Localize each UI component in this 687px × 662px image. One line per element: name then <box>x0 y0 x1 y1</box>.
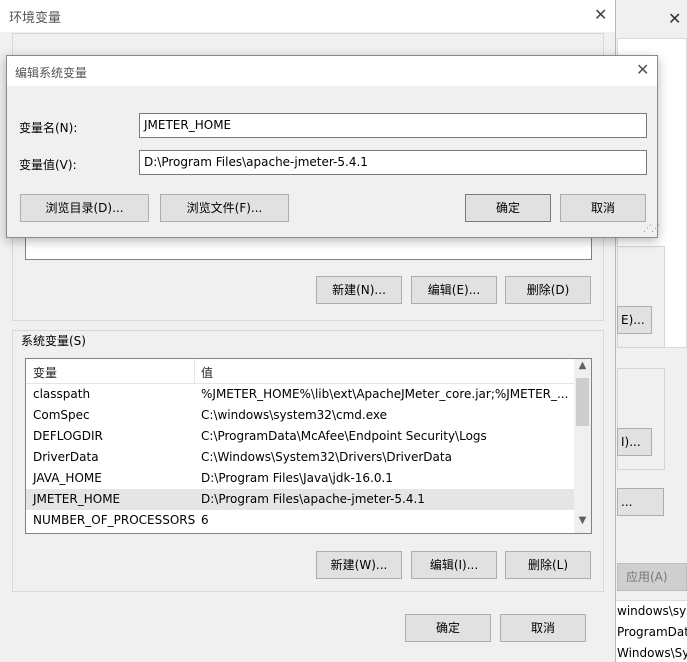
variable-name: NUMBER_OF_PROCESSORS <box>33 513 196 527</box>
close-icon[interactable]: ✕ <box>668 9 681 28</box>
column-divider[interactable] <box>194 359 195 384</box>
browse-file-button[interactable]: 浏览文件(F)... <box>160 194 289 222</box>
variable-name: classpath <box>33 387 91 401</box>
table-row[interactable]: DriverData C:\Windows\System32\Drivers\D… <box>26 447 574 468</box>
edit-system-variable-dialog: 编辑系统变量 ✕ 变量名(N): JMETER_HOME 变量值(V): D:\… <box>6 55 660 238</box>
apply-button[interactable]: 应用(A) <box>617 563 687 591</box>
scrollbar-thumb[interactable] <box>576 378 589 426</box>
table-row-selected[interactable]: JMETER_HOME D:\Program Files\apache-jmet… <box>26 489 574 510</box>
user-variables-list[interactable] <box>25 236 592 260</box>
column-header-name[interactable]: 变量 <box>33 364 57 381</box>
variable-value: C:\Windows\System32\Drivers\DriverData <box>201 450 452 464</box>
list-item: Windows\Sys <box>617 646 687 660</box>
variable-name: DEFLOGDIR <box>33 429 103 443</box>
chevron-down-icon[interactable]: ▼ <box>574 515 591 531</box>
system-variables-label: 系统变量(S) <box>19 332 88 349</box>
variable-value-field[interactable]: D:\Program Files\apache-jmeter-5.4.1 <box>139 150 647 175</box>
cancel-button[interactable]: 取消 <box>500 614 586 642</box>
variable-value-label: 变量值(V): <box>19 158 77 172</box>
ok-button[interactable]: 确定 <box>465 194 551 222</box>
ok-button[interactable]: 确定 <box>405 614 491 642</box>
table-row[interactable]: NUMBER_OF_PROCESSORS 6 <box>26 510 574 531</box>
variable-value: C:\windows\system32\cmd.exe <box>201 408 387 422</box>
browse-directory-button[interactable]: 浏览目录(D)... <box>20 194 149 222</box>
system-variables-list[interactable]: 变量 值 classpath %JMETER_HOME%\lib\ext\Apa… <box>25 358 592 534</box>
background-path-list: windows\sys ProgramDat Windows\Sys <box>615 600 687 662</box>
variable-name: JAVA_HOME <box>33 471 102 485</box>
user-edit-button[interactable]: 编辑(E)... <box>411 276 497 304</box>
close-icon[interactable]: ✕ <box>636 60 649 79</box>
variable-name: DriverData <box>33 450 99 464</box>
close-icon[interactable]: ✕ <box>594 5 607 24</box>
list-header: 变量 值 <box>26 359 574 384</box>
variable-value: C:\ProgramData\McAfee\Endpoint Security\… <box>201 429 487 443</box>
dialog-title: 环境变量 <box>9 11 62 26</box>
cancel-button[interactable]: 取消 <box>560 194 646 222</box>
table-row[interactable]: classpath %JMETER_HOME%\lib\ext\ApacheJM… <box>26 384 574 405</box>
resize-grip-icon[interactable]: ⋰⋰ <box>643 224 660 234</box>
dialog-title: 编辑系统变量 <box>15 66 88 80</box>
system-properties-settings-button[interactable]: I)... <box>617 428 652 456</box>
variable-name: ComSpec <box>33 408 90 422</box>
variable-value: %JMETER_HOME%\lib\ext\ApacheJMeter_core.… <box>201 387 568 401</box>
user-new-button[interactable]: 新建(N)... <box>316 276 402 304</box>
chevron-up-icon[interactable]: ▲ <box>574 360 591 376</box>
table-row[interactable]: JAVA_HOME D:\Program Files\Java\jdk-16.0… <box>26 468 574 489</box>
table-row[interactable]: ComSpec C:\windows\system32\cmd.exe <box>26 405 574 426</box>
variable-name-label: 变量名(N): <box>19 121 78 135</box>
column-header-value[interactable]: 值 <box>201 364 213 381</box>
system-delete-button[interactable]: 删除(L) <box>505 551 591 579</box>
variable-value: D:\Program Files\Java\jdk-16.0.1 <box>201 471 393 485</box>
title-bar <box>0 0 615 32</box>
system-properties-settings-button[interactable]: E)... <box>617 306 652 334</box>
system-properties-settings-button[interactable]: ... <box>617 488 664 516</box>
user-delete-button[interactable]: 删除(D) <box>505 276 591 304</box>
variable-name-field[interactable]: JMETER_HOME <box>139 113 647 138</box>
title-bar <box>7 56 657 86</box>
table-row[interactable]: DEFLOGDIR C:\ProgramData\McAfee\Endpoint… <box>26 426 574 447</box>
system-new-button[interactable]: 新建(W)... <box>316 551 402 579</box>
list-item: windows\sys <box>617 604 687 618</box>
variable-name: JMETER_HOME <box>33 492 121 506</box>
variable-value: D:\Program Files\apache-jmeter-5.4.1 <box>201 492 425 506</box>
list-item: ProgramDat <box>617 625 687 639</box>
system-edit-button[interactable]: 编辑(I)... <box>411 551 497 579</box>
variable-value: 6 <box>201 513 209 527</box>
